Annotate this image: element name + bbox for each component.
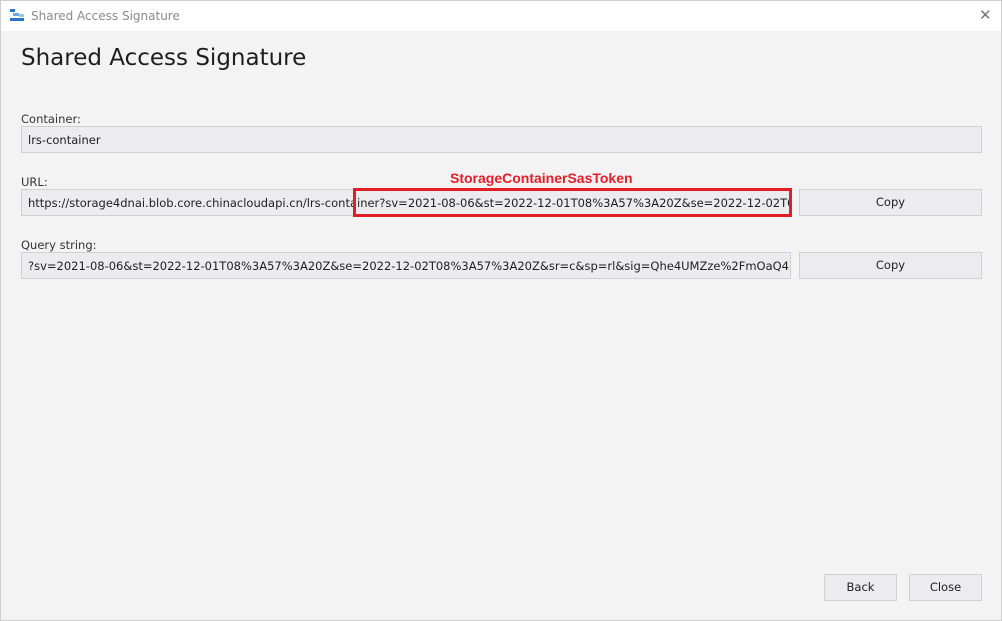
copy-url-button[interactable]: Copy xyxy=(799,189,982,216)
close-button[interactable]: Close xyxy=(909,574,982,601)
back-button[interactable]: Back xyxy=(824,574,897,601)
window-title: Shared Access Signature xyxy=(31,9,180,23)
title-bar: Shared Access Signature ✕ xyxy=(1,1,1001,31)
sas-token-annotation: StorageContainerSasToken xyxy=(450,170,633,186)
app-icon xyxy=(10,9,24,22)
copy-query-button[interactable]: Copy xyxy=(799,252,982,279)
container-field[interactable]: lrs-container xyxy=(21,126,982,153)
page-title: Shared Access Signature xyxy=(21,45,307,71)
url-label: URL: xyxy=(21,175,48,189)
query-string-label: Query string: xyxy=(21,238,97,252)
sas-token-highlight-box xyxy=(353,188,792,217)
window-close-icon[interactable]: ✕ xyxy=(979,6,992,24)
container-label: Container: xyxy=(21,112,81,126)
query-string-field[interactable]: ?sv=2021-08-06&st=2022-12-01T08%3A57%3A2… xyxy=(21,252,791,279)
